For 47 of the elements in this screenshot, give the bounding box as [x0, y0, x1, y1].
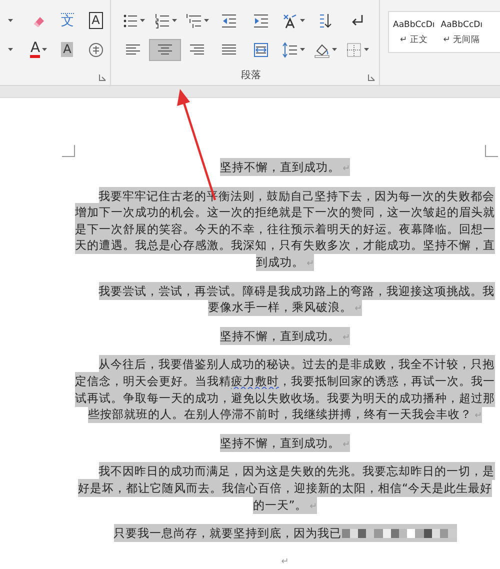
char-shading-button[interactable]: A — [53, 38, 82, 60]
caret-icon — [300, 48, 304, 51]
increase-indent-icon — [253, 12, 269, 28]
caret-icon — [42, 48, 48, 51]
align-left-icon — [125, 42, 141, 58]
bullet-list-icon — [122, 12, 138, 28]
align-center-button[interactable] — [149, 38, 181, 60]
paragraph-text: 从今往后，我要借鉴别人成功的秘诀。过去的是非成败，我全不计较，只抱定信念，明天会更好。当我精疲力敷时，我要抵制回家的诱惑，再试一次。我一试再试。争取每一天的成功，避免以失败收场。我要为明天的成功播种，超过那些按部就班的人。在别人停滞不前时，我继续拼搏，终有一天我会丰收？ ↵ — [75, 356, 495, 425]
justify-icon — [221, 42, 237, 58]
paragraph-mark: ↵ — [280, 556, 290, 569]
character-border-icon: A — [88, 12, 103, 29]
caret-icon — [140, 19, 144, 22]
numbered-list-icon — [154, 12, 170, 28]
char-border-button[interactable]: A — [82, 10, 110, 32]
crop-mark — [62, 145, 75, 157]
paint-bucket-icon — [314, 42, 330, 58]
paragraph-text: 我不因昨日的成功而满足，因为这是失败的先兆。我要忘却昨日的一切，是好是坏，都让它随风而去。我信心百倍，迎接新的太阳，相信“今天是此生最好的一天”。 ↵ — [76, 463, 495, 516]
heading-text: 坚持不懈，直到成功。 ↵ — [218, 159, 352, 178]
caret-icon — [204, 19, 208, 22]
paragraph-text: 我要尝试，尝试，再尝试。障碍是我成功路上的弯路，我迎接这项挑战。我要像水手一样，乘风破浪。 ↵ — [98, 282, 495, 318]
dialog-launcher-icon[interactable] — [99, 74, 106, 81]
multilevel-list-icon — [186, 12, 202, 28]
dialog-launcher-icon[interactable] — [368, 74, 375, 81]
align-center-icon — [157, 42, 173, 58]
decrease-indent-icon — [221, 12, 237, 28]
caret-icon — [332, 48, 336, 51]
style-option[interactable]: AaBbCcDı ↵ 无间隔 — [440, 20, 483, 46]
align-right-icon — [189, 42, 205, 58]
caret-icon — [8, 19, 13, 22]
enclosed-character-icon — [88, 42, 104, 58]
distributed-icon — [253, 42, 269, 58]
caret-icon — [172, 19, 176, 22]
text-layout-icon — [282, 12, 298, 28]
group-label: 段落 — [240, 68, 262, 82]
font-color-button[interactable]: A — [24, 38, 53, 60]
borders-icon — [346, 42, 362, 58]
heading-text: 坚持不懈，直到成功。 ↵ — [218, 328, 352, 346]
caret-icon — [364, 48, 368, 51]
caret-icon — [8, 48, 13, 51]
heading-text: 坚持不懈，直到成功。 ↵ — [218, 434, 352, 454]
phonetic-button[interactable]: 文 — [53, 10, 82, 32]
character-shading-icon: A — [61, 42, 74, 57]
crop-mark — [485, 145, 498, 157]
caret-icon — [300, 19, 304, 22]
style-option[interactable]: AaBbCcDı ↵ 正文 — [393, 20, 435, 46]
sort-icon — [317, 12, 333, 28]
line-spacing-icon — [282, 42, 298, 58]
